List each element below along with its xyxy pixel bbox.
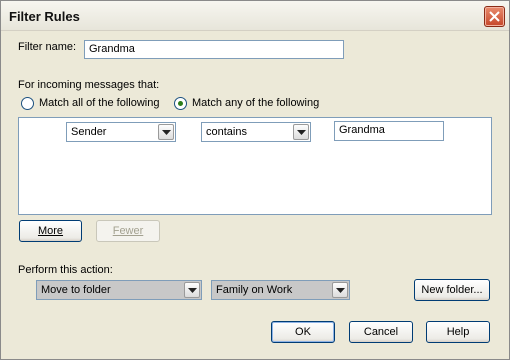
chevron-down-icon [188,288,197,293]
rule-field-select[interactable]: Sender [66,122,176,142]
filter-name-input[interactable]: Grandma [84,40,344,59]
filter-rules-dialog: Filter Rules Filter name: Grandma For in… [0,0,510,360]
new-folder-button[interactable]: New folder... [414,279,490,301]
rule-operator-select[interactable]: contains [201,122,311,142]
close-button[interactable] [484,6,505,27]
chevron-down-icon [336,288,345,293]
rule-operator-dropdown-button[interactable] [293,124,309,140]
perform-action-label: Perform this action: [18,264,113,276]
match-any-radio[interactable] [174,97,187,110]
more-button-label: More [37,225,64,237]
rule-value-input[interactable]: Grandma [334,121,444,141]
conditions-heading: For incoming messages that: [18,79,160,91]
rule-field-dropdown-button[interactable] [158,124,174,140]
close-icon [489,11,500,22]
action-type-select[interactable]: Move to folder [36,280,202,300]
folder-dropdown-button[interactable] [332,282,348,298]
rule-operator-value: contains [206,126,247,138]
action-type-value: Move to folder [41,284,111,296]
dialog-title: Filter Rules [9,9,80,24]
help-button[interactable]: Help [426,321,490,343]
folder-value: Family on Work [216,284,293,296]
filter-name-label: Filter name: [18,41,77,53]
fewer-button[interactable]: Fewer [96,220,160,242]
chevron-down-icon [297,130,306,135]
match-all-radio[interactable] [21,97,34,110]
ok-button[interactable]: OK [271,321,335,343]
action-type-dropdown-button[interactable] [184,282,200,298]
fewer-button-label: Fewer [112,225,144,237]
match-any-label[interactable]: Match any of the following [192,97,319,109]
match-all-label[interactable]: Match all of the following [39,97,159,109]
folder-select[interactable]: Family on Work [211,280,350,300]
rules-list: Sender contains Grandma [18,117,492,215]
cancel-button[interactable]: Cancel [349,321,413,343]
title-bar: Filter Rules [1,1,509,31]
radio-selected-dot [178,101,183,106]
rule-field-value: Sender [71,126,107,138]
chevron-down-icon [162,130,171,135]
more-button[interactable]: More [19,220,82,242]
